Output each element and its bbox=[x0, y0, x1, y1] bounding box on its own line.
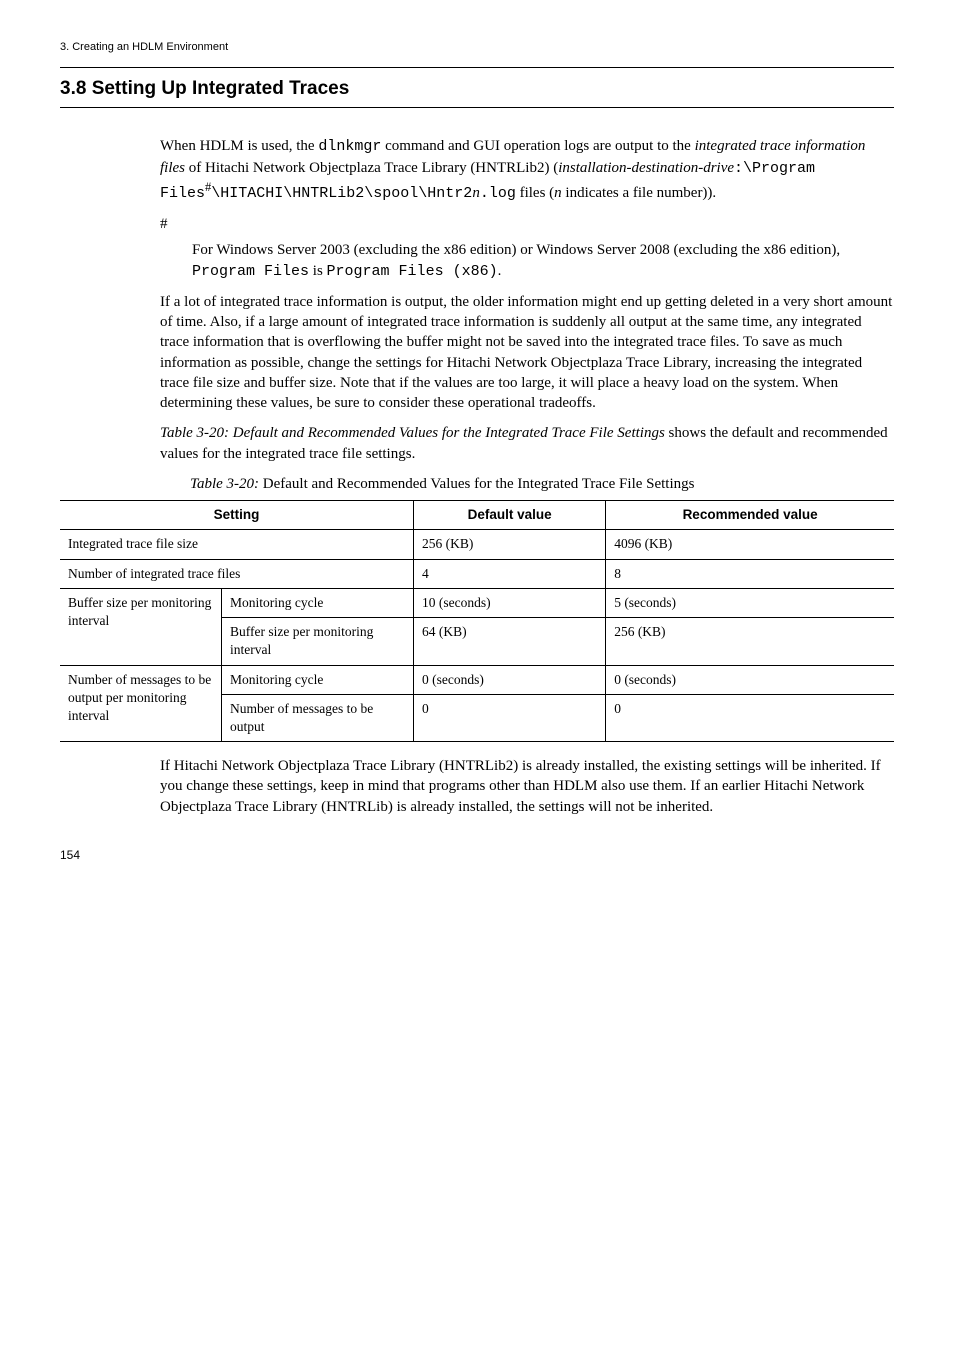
cell-default: 0 bbox=[414, 694, 606, 741]
italic-text: n bbox=[472, 185, 480, 201]
italic-text: n bbox=[554, 185, 562, 201]
cell-default: 256 (KB) bbox=[414, 530, 606, 559]
cell-sub: Monitoring cycle bbox=[222, 665, 414, 694]
cell-sub: Monitoring cycle bbox=[222, 588, 414, 617]
closing-paragraph: If Hitachi Network Objectplaza Trace Lib… bbox=[160, 756, 894, 817]
cell-recommended: 0 bbox=[606, 694, 894, 741]
section-title: 3.8 Setting Up Integrated Traces bbox=[60, 76, 894, 102]
text: When HDLM is used, the bbox=[160, 138, 318, 154]
cell-sub: Number of messages to be output bbox=[222, 694, 414, 741]
cell-default: 64 (KB) bbox=[414, 618, 606, 665]
table-row: Number of integrated trace files 4 8 bbox=[60, 559, 894, 588]
table-row: Number of messages to be output per moni… bbox=[60, 665, 894, 694]
cell-setting: Integrated trace file size bbox=[60, 530, 414, 559]
inline-code: \HITACHI\HNTRLib2\spool\Hntr2 bbox=[211, 185, 472, 202]
text: files ( bbox=[516, 185, 554, 201]
text: command and GUI operation logs are outpu… bbox=[381, 138, 694, 154]
hash-marker: # bbox=[160, 214, 894, 234]
closing-block: If Hitachi Network Objectplaza Trace Lib… bbox=[160, 756, 894, 817]
cell-recommended: 5 (seconds) bbox=[606, 588, 894, 617]
cell-default: 4 bbox=[414, 559, 606, 588]
col-setting: Setting bbox=[60, 501, 414, 530]
inline-code: Files bbox=[160, 185, 205, 202]
cell-setting-group: Number of messages to be output per moni… bbox=[60, 665, 222, 742]
inline-code: .log bbox=[480, 185, 516, 202]
table-row: Integrated trace file size 256 (KB) 4096… bbox=[60, 530, 894, 559]
cell-recommended: 4096 (KB) bbox=[606, 530, 894, 559]
page-number: 154 bbox=[60, 847, 894, 863]
text: indicates a file number)). bbox=[562, 185, 717, 201]
cell-sub: Buffer size per monitoring interval bbox=[222, 618, 414, 665]
rule-bottom bbox=[60, 107, 894, 108]
page-header: 3. Creating an HDLM Environment bbox=[60, 40, 894, 55]
rule-top bbox=[60, 67, 894, 68]
inline-code: :\Program bbox=[734, 160, 815, 177]
cell-recommended: 8 bbox=[606, 559, 894, 588]
text: For Windows Server 2003 (excluding the x… bbox=[192, 242, 840, 258]
body-paragraph-1: If a lot of integrated trace information… bbox=[160, 292, 894, 414]
body-paragraph-2: Table 3-20: Default and Recommended Valu… bbox=[160, 423, 894, 464]
cell-default: 10 (seconds) bbox=[414, 588, 606, 617]
table-caption: Table 3-20: Default and Recommended Valu… bbox=[190, 474, 894, 494]
cell-setting-group: Buffer size per monitoring interval bbox=[60, 588, 222, 665]
text: . bbox=[498, 263, 502, 279]
cell-recommended: 256 (KB) bbox=[606, 618, 894, 665]
footnote-text: For Windows Server 2003 (excluding the x… bbox=[192, 240, 894, 282]
intro-paragraph-1: When HDLM is used, the dlnkmgr command a… bbox=[160, 136, 894, 204]
cell-setting: Number of integrated trace files bbox=[60, 559, 414, 588]
inline-code: Program Files bbox=[192, 263, 309, 280]
table-header-row: Setting Default value Recommended value bbox=[60, 501, 894, 530]
col-recommended: Recommended value bbox=[606, 501, 894, 530]
inline-code: Program Files (x86) bbox=[327, 263, 498, 280]
inline-code: dlnkmgr bbox=[318, 138, 381, 155]
text: is bbox=[309, 263, 327, 279]
cell-default: 0 (seconds) bbox=[414, 665, 606, 694]
italic-text: installation-destination-drive bbox=[558, 160, 734, 176]
table-reference: Table 3-20: Default and Recommended Valu… bbox=[160, 425, 665, 441]
caption-ref: Table 3-20: bbox=[190, 476, 259, 492]
cell-recommended: 0 (seconds) bbox=[606, 665, 894, 694]
col-default: Default value bbox=[414, 501, 606, 530]
settings-table: Setting Default value Recommended value … bbox=[60, 500, 894, 742]
text: of Hitachi Network Objectplaza Trace Lib… bbox=[185, 160, 558, 176]
caption-text: Default and Recommended Values for the I… bbox=[259, 476, 694, 492]
body-content: When HDLM is used, the dlnkmgr command a… bbox=[160, 136, 894, 494]
table-row: Buffer size per monitoring interval Moni… bbox=[60, 588, 894, 617]
